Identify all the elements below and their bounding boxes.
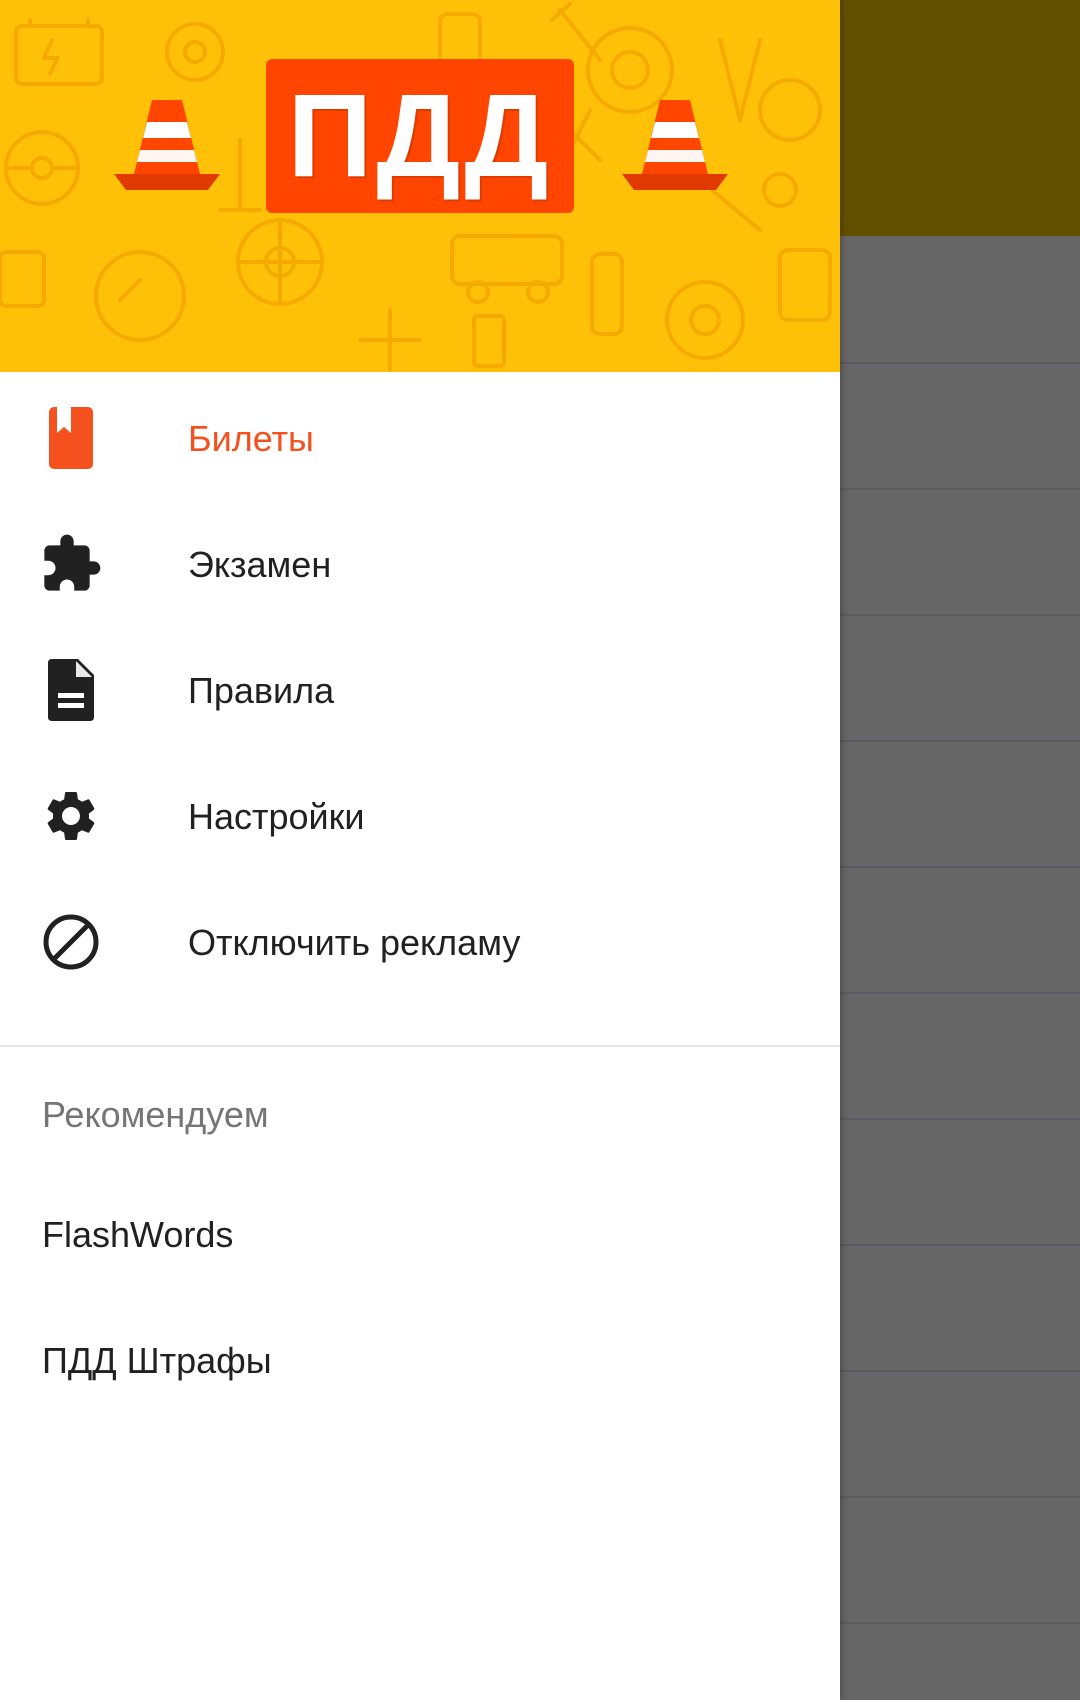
menu-item-disable-ads[interactable]: Отключить рекламу xyxy=(0,876,840,1002)
document-icon xyxy=(38,657,104,723)
section-title-recommend: Рекомендуем xyxy=(42,1094,269,1135)
ticket-bookmark-icon xyxy=(38,405,104,471)
menu-item-label: Экзамен xyxy=(188,544,332,585)
app-logo: ПДД xyxy=(266,59,574,213)
gear-icon xyxy=(38,783,104,849)
menu-item-settings[interactable]: Настройки xyxy=(0,750,840,876)
link-label: FlashWords xyxy=(42,1214,234,1255)
menu-item-label: Правила xyxy=(188,670,335,711)
menu-item-label: Билеты xyxy=(188,418,314,459)
menu-item-exam[interactable]: Экзамен xyxy=(0,498,840,624)
menu-divider xyxy=(0,1045,840,1047)
navigation-drawer: ПДД Билеты Экзамен Правила Настройки Отк… xyxy=(0,0,840,1700)
app-logo-text: ПДД xyxy=(287,70,553,202)
menu-item-label: Настройки xyxy=(188,796,365,837)
link-label: ПДД Штрафы xyxy=(42,1340,272,1381)
menu-item-label: Отключить рекламу xyxy=(188,922,521,963)
block-icon xyxy=(38,909,104,975)
drawer-header: ПДД xyxy=(0,0,840,372)
traffic-cone-icon xyxy=(114,100,220,190)
link-flashwords[interactable]: FlashWords xyxy=(0,1190,840,1290)
traffic-cone-icon xyxy=(622,100,728,190)
menu-item-rules[interactable]: Правила xyxy=(0,624,840,750)
menu-item-tickets[interactable]: Билеты xyxy=(0,372,840,498)
link-pdd-fines[interactable]: ПДД Штрафы xyxy=(0,1316,840,1416)
puzzle-icon xyxy=(38,531,104,597)
